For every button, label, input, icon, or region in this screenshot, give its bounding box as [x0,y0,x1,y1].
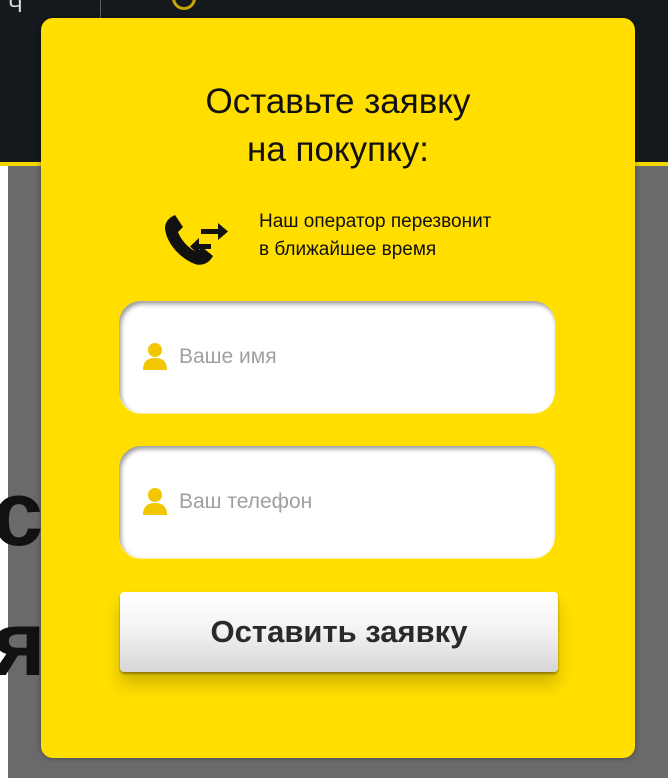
name-field [119,301,555,413]
background-heading-fragment: с [0,463,44,565]
background-logo-fragment [172,0,196,10]
name-input[interactable] [179,335,519,379]
user-icon [143,343,167,370]
phone-input[interactable] [179,480,519,524]
background-header-divider [100,0,101,18]
user-icon [143,488,167,515]
background-heading-fragment: я [0,593,46,695]
phone-callback-icon [165,215,228,265]
callback-notice: Наш оператор перезвонит в ближайшее врем… [161,208,601,278]
phone-field [119,446,555,558]
modal-title: Оставьте заявку на покупку: [205,82,471,169]
submit-request-button[interactable]: Оставить заявку [120,592,558,672]
background-header-text-fragment: Ч [8,0,23,17]
callback-notice-text: Наш оператор перезвонит в ближайшее врем… [259,211,492,260]
order-request-modal: Оставьте заявку на покупку: Наш оператор… [41,18,635,758]
